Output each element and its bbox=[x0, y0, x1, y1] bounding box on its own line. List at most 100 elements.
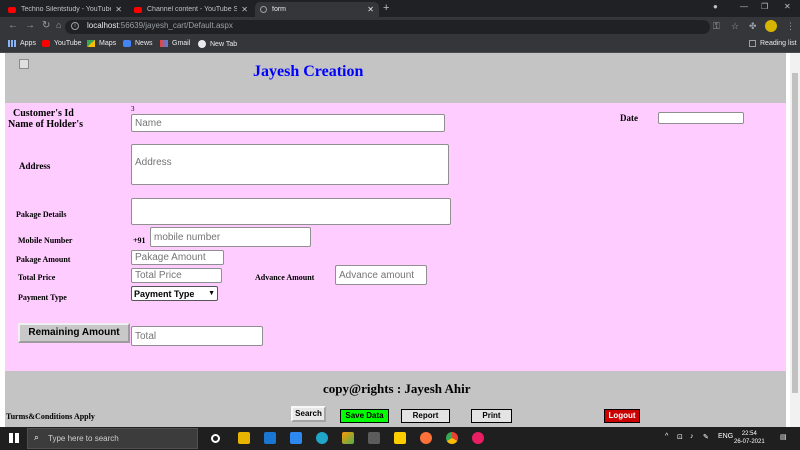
tab-label: Techno Silentstudy - YouTube bbox=[21, 6, 112, 13]
chevron-down-icon: ▼ bbox=[208, 290, 215, 297]
menu-kebab-icon[interactable]: ⋮ bbox=[786, 21, 795, 32]
holder-name-input[interactable] bbox=[131, 114, 445, 132]
advance-amount-label: Advance Amount bbox=[255, 273, 315, 282]
bookmark-label: Apps bbox=[20, 40, 36, 47]
bookmark-apps[interactable]: Apps bbox=[8, 40, 36, 47]
edge-icon[interactable] bbox=[316, 432, 328, 444]
office-icon[interactable] bbox=[394, 432, 406, 444]
globe-icon bbox=[260, 6, 267, 13]
reading-list[interactable]: Reading list bbox=[749, 40, 797, 47]
logout-button[interactable]: Logout bbox=[604, 409, 640, 423]
holder-name-label: Name of Holder's bbox=[8, 119, 83, 130]
star-icon[interactable]: ☆ bbox=[731, 21, 739, 32]
tray-chevron-icon[interactable]: ^ bbox=[665, 433, 668, 440]
payment-type-select[interactable]: Payment Type ▼ bbox=[131, 286, 218, 301]
network-icon[interactable]: ⊡ bbox=[677, 433, 683, 441]
total-input[interactable] bbox=[131, 326, 263, 346]
bookmark-youtube[interactable]: YouTube bbox=[42, 40, 82, 47]
youtube-icon bbox=[8, 6, 16, 13]
profile-menu-icon[interactable]: ● bbox=[713, 2, 718, 11]
search-button[interactable]: Search bbox=[291, 406, 326, 422]
minimize-icon[interactable]: — bbox=[740, 2, 748, 11]
bookmark-maps[interactable]: Maps bbox=[87, 40, 116, 47]
reload-icon[interactable]: ↻ bbox=[42, 20, 50, 31]
language-indicator[interactable]: ENG bbox=[718, 433, 733, 440]
mail-icon[interactable] bbox=[290, 432, 302, 444]
chrome-icon[interactable] bbox=[446, 432, 458, 444]
package-details-input[interactable] bbox=[131, 198, 451, 225]
maps-icon bbox=[87, 40, 95, 47]
package-details-label: Pakage Details bbox=[16, 210, 67, 219]
web-page: Jayesh Creation Customer's Id 3 Name of … bbox=[0, 53, 790, 427]
address-bar-row: ← → ↻ ⌂ i localhost:56639/jayesh_cart/De… bbox=[0, 17, 800, 37]
mobile-prefix: +91 bbox=[133, 236, 146, 245]
notifications-icon[interactable]: ▤ bbox=[780, 433, 787, 441]
bookmarks-bar: Apps YouTube Maps News Gmail New Tab Rea… bbox=[0, 37, 800, 53]
customer-id-label: Customer's Id bbox=[13, 108, 74, 119]
system-clock[interactable]: 22:54 26-07-2021 bbox=[734, 430, 765, 446]
media-player-icon[interactable] bbox=[264, 432, 276, 444]
vlc-icon[interactable] bbox=[342, 432, 354, 444]
cortana-icon[interactable] bbox=[211, 434, 220, 443]
key-icon[interactable]: ⚿ bbox=[713, 21, 720, 32]
home-icon[interactable]: ⌂ bbox=[56, 20, 61, 30]
advance-amount-input[interactable] bbox=[335, 265, 427, 285]
url-path: :56639/jayesh_cart/Default.aspx bbox=[118, 21, 233, 30]
tab-label: Channel content - YouTube Studi bbox=[147, 6, 238, 13]
save-data-button[interactable]: Save Data bbox=[340, 409, 389, 423]
clock-date: 26-07-2021 bbox=[734, 439, 765, 445]
customer-form: Customer's Id 3 Name of Holder's Date Ad… bbox=[5, 103, 786, 371]
close-icon[interactable]: ✕ bbox=[367, 5, 374, 14]
remaining-amount-button[interactable]: Remaining Amount bbox=[18, 323, 130, 343]
payment-type-selected: Payment Type bbox=[134, 288, 195, 299]
total-price-input[interactable] bbox=[131, 268, 222, 283]
pen-icon[interactable]: ✎ bbox=[703, 433, 709, 441]
close-icon[interactable]: ✕ bbox=[115, 5, 122, 14]
bookmark-gmail[interactable]: Gmail bbox=[160, 40, 190, 47]
package-amount-input[interactable] bbox=[131, 250, 224, 265]
tab-channel-content[interactable]: Channel content - YouTube Studi ✕ bbox=[129, 2, 253, 17]
firefox-icon[interactable] bbox=[420, 432, 432, 444]
search-icon: ⌕ bbox=[34, 432, 40, 442]
windows-taskbar: ⌕ Type here to search ^ ⊡ ♪ ✎ ENG 22:54 … bbox=[0, 427, 800, 450]
extensions-icon[interactable]: ✤ bbox=[749, 21, 757, 32]
youtube-icon bbox=[42, 40, 50, 47]
close-icon[interactable]: ✕ bbox=[241, 5, 248, 14]
news-icon bbox=[123, 40, 131, 47]
scrollbar-thumb[interactable] bbox=[792, 73, 798, 393]
bookmark-label: New Tab bbox=[210, 40, 238, 48]
site-info-icon[interactable]: i bbox=[71, 22, 79, 30]
page-scrollbar[interactable] bbox=[790, 53, 800, 427]
new-tab-icon[interactable]: + bbox=[383, 2, 389, 14]
print-button[interactable]: Print bbox=[471, 409, 512, 423]
tab-form[interactable]: form ✕ bbox=[255, 2, 379, 17]
taskbar-search-box[interactable]: ⌕ Type here to search bbox=[27, 428, 198, 449]
store-icon[interactable] bbox=[368, 432, 380, 444]
report-button[interactable]: Report bbox=[401, 409, 450, 423]
forward-icon[interactable]: → bbox=[25, 20, 35, 31]
back-icon[interactable]: ← bbox=[8, 20, 18, 31]
customer-id-value: 3 bbox=[131, 105, 135, 113]
page-title: Jayesh Creation bbox=[253, 63, 364, 80]
avatar[interactable] bbox=[765, 20, 777, 32]
total-price-label: Total Price bbox=[18, 273, 56, 282]
bookmark-label: YouTube bbox=[54, 40, 82, 47]
browser-titlebar: Techno Silentstudy - YouTube ✕ Channel c… bbox=[0, 0, 800, 17]
mobile-number-input[interactable] bbox=[150, 227, 311, 247]
terms-text: Turms&Conditions Apply bbox=[6, 412, 95, 421]
apps-grid-icon bbox=[8, 40, 16, 47]
bookmark-news[interactable]: News bbox=[123, 40, 153, 47]
app-icon[interactable] bbox=[472, 432, 484, 444]
window-close-icon[interactable]: ✕ bbox=[784, 2, 791, 11]
clock-time: 22:54 bbox=[741, 431, 757, 437]
date-input[interactable] bbox=[658, 112, 744, 124]
windows-start-icon[interactable] bbox=[9, 433, 19, 443]
url-field[interactable]: i localhost:56639/jayesh_cart/Default.as… bbox=[65, 20, 710, 34]
volume-icon[interactable]: ♪ bbox=[690, 433, 694, 440]
file-explorer-icon[interactable] bbox=[238, 432, 250, 444]
new-tab-page-icon bbox=[198, 40, 206, 48]
address-input[interactable] bbox=[131, 144, 449, 185]
tab-techno-silentstudy[interactable]: Techno Silentstudy - YouTube ✕ bbox=[3, 2, 127, 17]
restore-icon[interactable]: ❐ bbox=[761, 2, 768, 11]
bookmark-new-tab[interactable]: New Tab bbox=[198, 40, 237, 48]
